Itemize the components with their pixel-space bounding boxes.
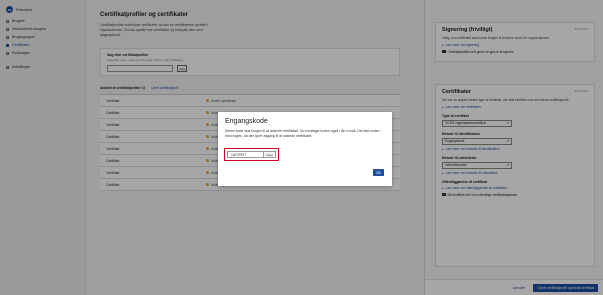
code-field: 1d737927 Kopi (227, 151, 276, 158)
code-input[interactable]: 1d737927 (228, 152, 263, 157)
ok-button[interactable]: OK (373, 169, 384, 176)
one-time-code-dialog: Engangskode Denne kode skal bruges til a… (218, 112, 392, 186)
dialog-text: Denne kode skal bruges til at udstede ce… (225, 129, 380, 138)
dialog-title: Engangskode (225, 118, 268, 125)
copy-button[interactable]: Kopi (263, 152, 275, 157)
code-highlight: 1d737927 Kopi (224, 148, 279, 161)
